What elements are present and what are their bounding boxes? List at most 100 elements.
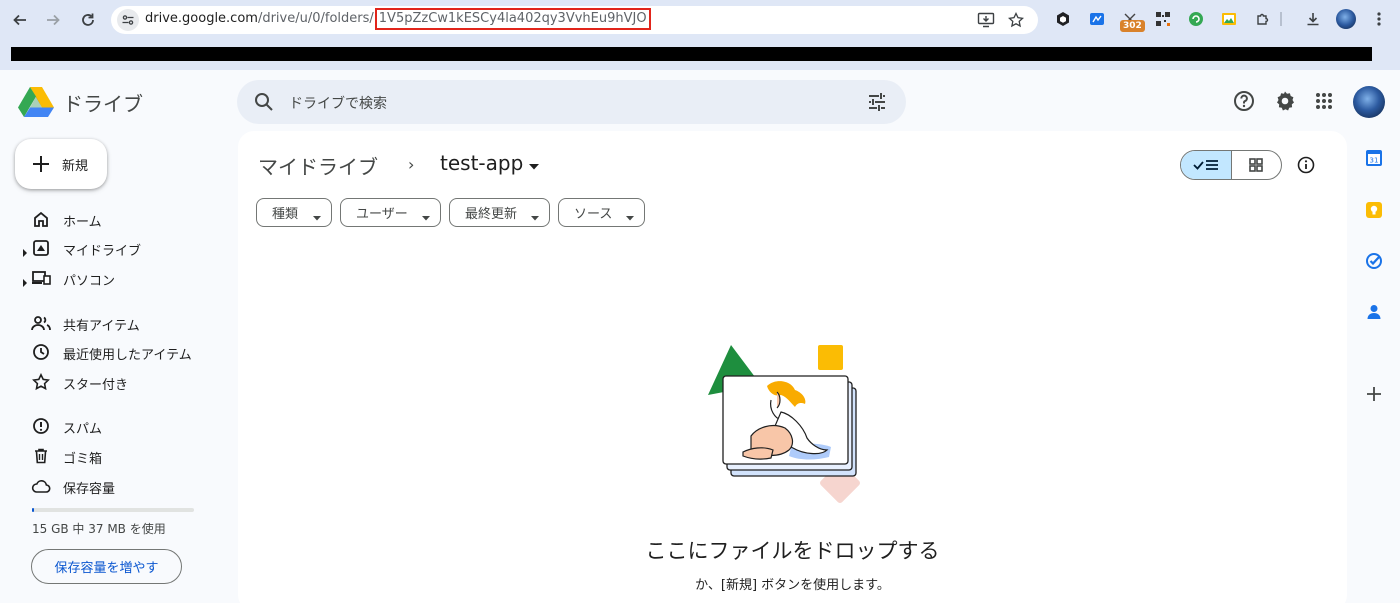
- url-folder-id: 1V5pZzCw1kESCy4la402qy3VvhEu9hVJO: [374, 8, 651, 30]
- sidebar-item-label: スパム: [63, 422, 103, 437]
- sidebar-item-label: パソコン: [63, 274, 116, 289]
- sidebar-item-starred[interactable]: スター付き: [22, 368, 222, 396]
- sidebar-item-trash[interactable]: ゴミ箱: [22, 442, 222, 470]
- browser-toolbar: drive.google.com/drive/u/0/folders/1V5pZ…: [0, 0, 1400, 40]
- sidebar-item-my-drive[interactable]: マイドライブ: [22, 234, 222, 262]
- list-view-button[interactable]: [1181, 151, 1232, 179]
- search-options-icon[interactable]: [866, 91, 888, 117]
- url-text: drive.google.com/drive/u/0/folders/1V5pZ…: [145, 8, 651, 30]
- extensions-puzzle-icon[interactable]: [1253, 9, 1273, 29]
- download-icon[interactable]: [1303, 9, 1323, 29]
- sidebar-item-home[interactable]: ホーム: [22, 205, 222, 233]
- extension-qr-icon[interactable]: [1153, 9, 1173, 29]
- star-icon[interactable]: [1006, 10, 1026, 30]
- sidebar-item-label: スター付き: [63, 378, 129, 393]
- back-icon[interactable]: [8, 8, 32, 32]
- computers-icon: [31, 268, 51, 288]
- spam-icon: [31, 416, 51, 436]
- calendar-day: 31: [1370, 157, 1379, 165]
- filter-label: ソース: [574, 207, 613, 222]
- extension-badge: 302: [1120, 20, 1145, 32]
- settings-gear-icon[interactable]: [1273, 89, 1297, 113]
- toolbar-divider: [1280, 12, 1282, 26]
- sidebar-item-storage[interactable]: 保存容量: [22, 472, 222, 500]
- folder-name: test-app: [440, 151, 524, 175]
- filter-label: ユーザー: [356, 207, 408, 222]
- filter-modified-chip[interactable]: 最終更新: [449, 198, 550, 227]
- sidebar-item-computers[interactable]: パソコン: [22, 264, 222, 292]
- sidebar-item-shared[interactable]: 共有アイテム: [22, 309, 222, 337]
- apps-grid-icon[interactable]: [1312, 89, 1336, 113]
- dropdown-arrow-icon: [313, 210, 321, 225]
- url-path: /drive/u/0/folders/: [257, 11, 374, 26]
- get-more-storage-button[interactable]: 保存容量を増やす: [31, 549, 182, 584]
- expand-caret-icon[interactable]: [22, 273, 28, 287]
- contacts-icon[interactable]: [1363, 301, 1385, 323]
- search-input[interactable]: ドライブで検索: [289, 93, 387, 113]
- view-toggle[interactable]: [1180, 150, 1282, 180]
- my-drive-icon: [31, 238, 51, 258]
- dropdown-arrow-icon: [531, 210, 539, 225]
- cloud-icon: [31, 476, 51, 496]
- reload-icon[interactable]: [76, 8, 100, 32]
- help-icon[interactable]: [1232, 89, 1256, 113]
- address-bar[interactable]: drive.google.com/drive/u/0/folders/1V5pZ…: [111, 6, 1038, 34]
- recent-icon: [31, 342, 51, 362]
- profile-avatar[interactable]: [1336, 9, 1356, 29]
- sidebar-item-label: ゴミ箱: [63, 452, 103, 467]
- sidebar-item-spam[interactable]: スパム: [22, 412, 222, 440]
- star-outline-icon: [31, 372, 51, 392]
- url-host: drive.google.com: [145, 11, 258, 26]
- get-addons-plus-icon[interactable]: [1363, 383, 1385, 405]
- sidebar-item-label: 保存容量: [63, 482, 116, 497]
- empty-state-title: ここにファイルをドロップする: [645, 539, 940, 563]
- forward-icon[interactable]: [41, 8, 65, 32]
- breadcrumb-current-folder[interactable]: test-app: [440, 151, 540, 175]
- storage-meter-fill: [32, 508, 35, 512]
- breadcrumb-separator: ›: [408, 155, 415, 174]
- tasks-icon[interactable]: [1363, 250, 1385, 272]
- sidebar-item-label: 最近使用したアイテム: [63, 348, 192, 363]
- new-button[interactable]: 新規: [15, 139, 107, 189]
- dropdown-arrow-icon: [529, 151, 540, 175]
- plus-icon: [29, 152, 53, 176]
- filter-source-chip[interactable]: ソース: [558, 198, 645, 227]
- extension-picture-icon[interactable]: [1219, 9, 1239, 29]
- filter-people-chip[interactable]: ユーザー: [340, 198, 441, 227]
- breadcrumb-my-drive[interactable]: マイドライブ: [258, 151, 378, 180]
- empty-state-subtitle: か、[新規] ボタンを使用します。: [695, 578, 890, 593]
- bookmarks-bar: [0, 40, 1400, 70]
- grid-view-button[interactable]: [1232, 151, 1282, 179]
- search-bar[interactable]: ドライブで検索: [237, 80, 906, 124]
- site-info-icon[interactable]: [117, 9, 139, 31]
- filter-label: 種類: [272, 207, 299, 222]
- drive-logo-icon[interactable]: [18, 85, 54, 117]
- filter-label: 最終更新: [465, 207, 518, 222]
- dropdown-arrow-icon: [422, 210, 430, 225]
- extension-hexagon-icon[interactable]: [1053, 9, 1073, 29]
- extension-green-icon[interactable]: [1186, 9, 1206, 29]
- empty-folder-illustration: [703, 340, 878, 505]
- sidebar-item-label: ホーム: [63, 215, 102, 230]
- info-icon[interactable]: [1295, 154, 1317, 176]
- keep-icon[interactable]: [1363, 199, 1385, 221]
- install-app-icon[interactable]: [976, 10, 996, 30]
- expand-caret-icon[interactable]: [22, 243, 28, 257]
- sidebar-item-label: 共有アイテム: [63, 319, 140, 334]
- storage-meter: [32, 508, 194, 512]
- extension-blue-icon[interactable]: [1087, 9, 1107, 29]
- menu-icon[interactable]: [1369, 9, 1389, 29]
- trash-icon: [31, 446, 51, 466]
- sidebar-item-recent[interactable]: 最近使用したアイテム: [22, 338, 222, 366]
- calendar-icon[interactable]: 31: [1363, 147, 1385, 169]
- app-name: ドライブ: [63, 92, 143, 116]
- shared-icon: [31, 313, 51, 333]
- home-icon: [31, 209, 51, 229]
- storage-usage-text: 15 GB 中 37 MB を使用: [32, 522, 166, 536]
- account-avatar[interactable]: [1353, 86, 1385, 118]
- search-icon[interactable]: [253, 91, 275, 117]
- dropdown-arrow-icon: [626, 210, 634, 225]
- filter-type-chip[interactable]: 種類: [256, 198, 332, 227]
- redacted-bookmarks: [11, 47, 1372, 61]
- main-panel: マイドライブ › test-app 種類 ユーザー 最終更新 ソース ここにファ…: [238, 131, 1347, 603]
